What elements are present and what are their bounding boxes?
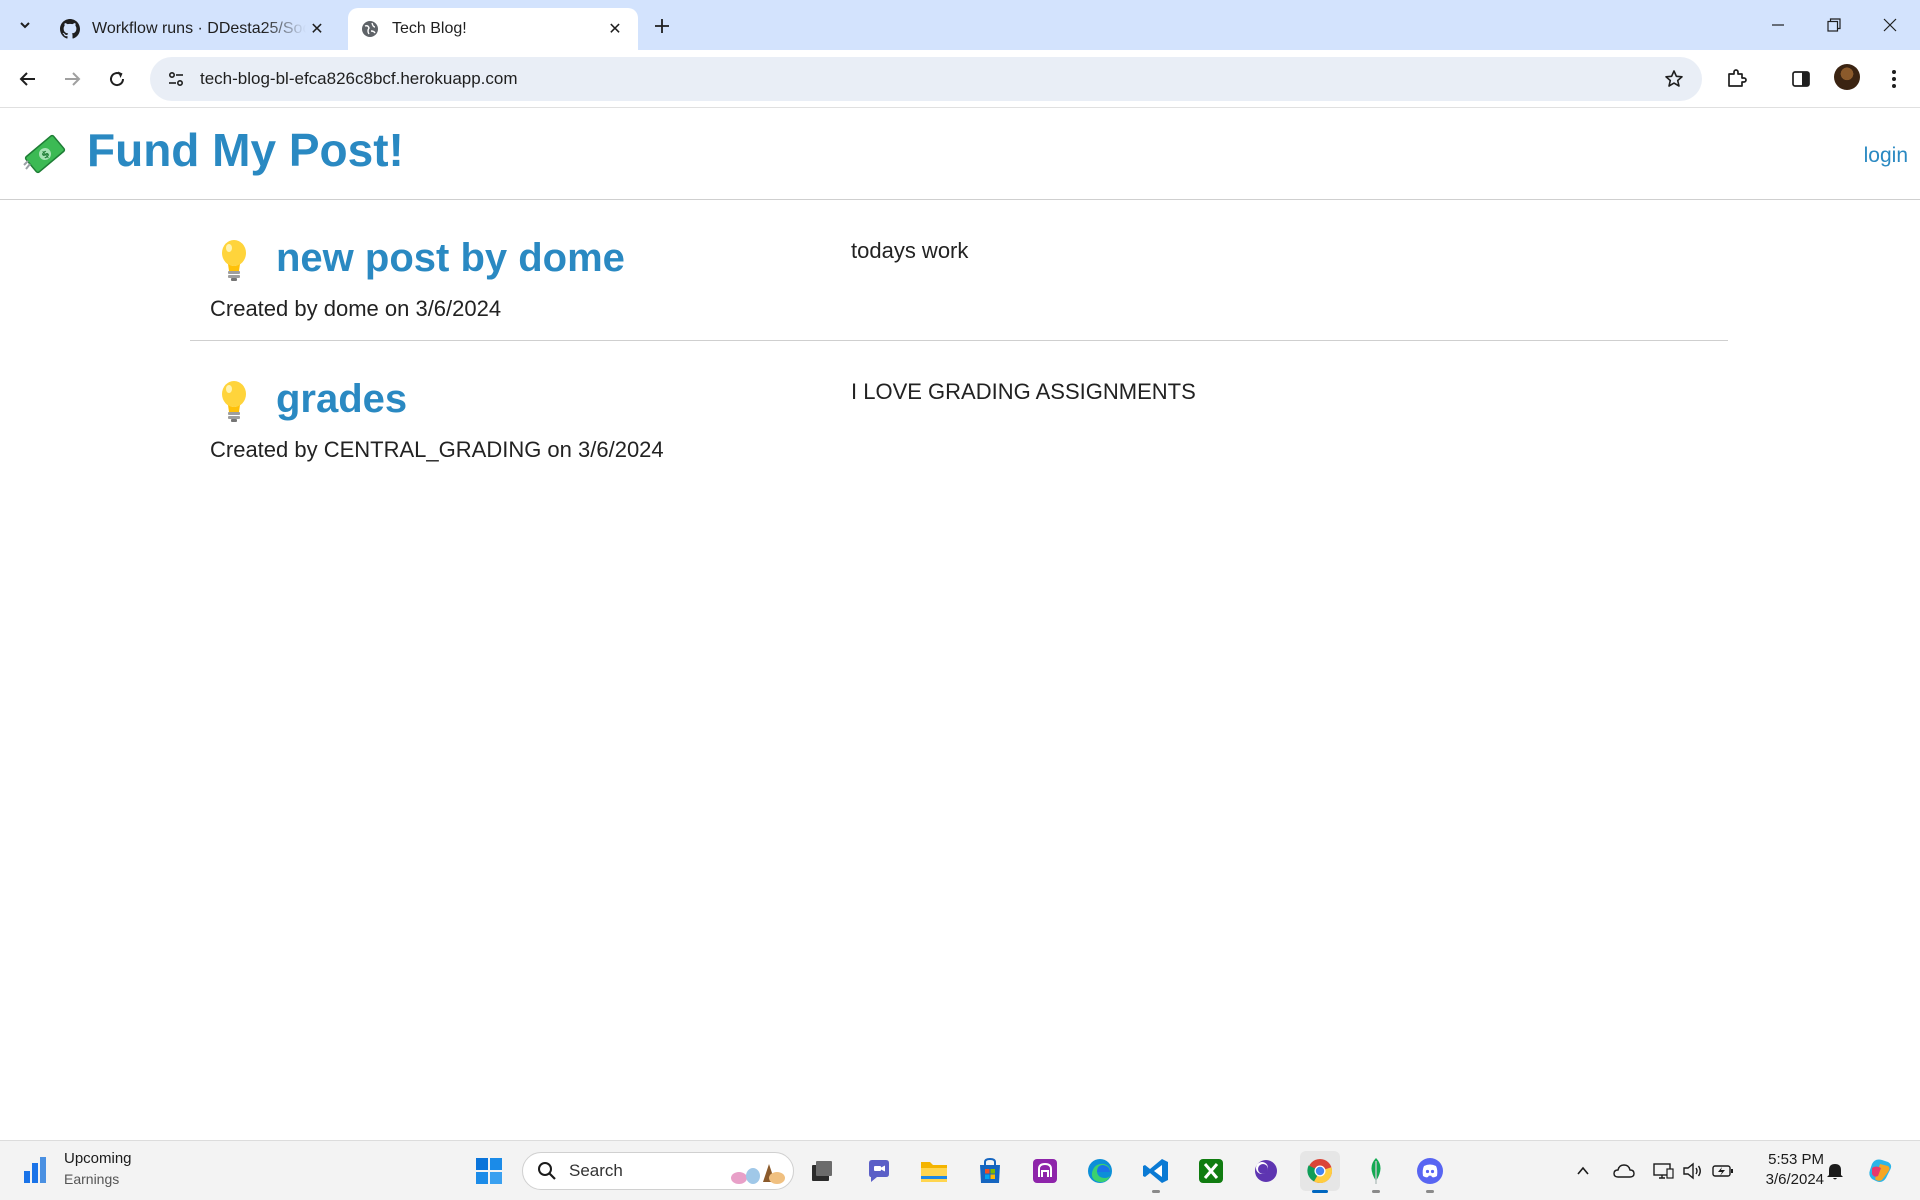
login-link[interactable]: login [1864,144,1908,168]
tab-search-button[interactable] [10,10,40,40]
browser-toolbar: tech-blog-bl-efca826c8bcf.herokuapp.com [0,50,1920,108]
tab-title: Tech Blog! [392,20,467,37]
widgets-button[interactable]: Upcoming Earnings [24,1149,132,1189]
tab-tech-blog[interactable]: Tech Blog! ✕ [348,8,638,50]
xbox-icon[interactable] [1191,1151,1231,1191]
restore-icon [1827,18,1841,32]
post-meta: Created by dome on 3/6/2024 [210,296,502,321]
tab-title: Workflow runs · DDesta25/Social-Network-… [92,20,306,37]
close-icon [1883,18,1897,32]
battery-icon[interactable] [1711,1159,1735,1183]
start-icon[interactable] [469,1151,509,1191]
system-clock[interactable]: 5:53 PM 3/6/2024 [1748,1150,1824,1190]
edge-icon[interactable] [1080,1151,1120,1191]
notification-bell-icon[interactable] [1823,1159,1847,1183]
plus-icon [655,19,669,33]
reload-button[interactable] [101,63,133,95]
vscode-icon[interactable] [1136,1151,1176,1193]
widget-title: Upcoming [64,1150,132,1167]
search-highlight-icon [731,1164,785,1184]
chrome-menu-icon[interactable] [1878,63,1910,95]
lightbulb-icon [222,381,246,422]
taskbar-search[interactable]: Search [522,1152,794,1190]
post-body: I LOVE GRADING ASSIGNMENTS [851,379,1196,404]
site-info-icon[interactable] [154,57,198,101]
close-icon[interactable]: ✕ [306,18,328,40]
file-explorer-icon[interactable] [914,1151,954,1191]
minimize-icon [1772,24,1784,26]
tab-workflow-runs[interactable]: Workflow runs · DDesta25/Social-Network-… [48,8,340,50]
post-list: new post by dome Created by dome on 3/6/… [190,200,1728,480]
clock-date: 3/6/2024 [1765,1171,1824,1188]
post-title[interactable]: grades [276,377,407,422]
volume-icon[interactable] [1680,1159,1704,1183]
clock-time: 5:53 PM [1768,1151,1824,1168]
bookmark-star-icon[interactable] [1654,59,1694,99]
app-icon[interactable] [1025,1151,1065,1191]
widget-subtitle: Earnings [64,1171,120,1187]
post-meta: Created by CENTRAL_GRADING on 3/6/2024 [210,437,664,462]
search-icon [538,1162,556,1180]
search-label: Search [569,1161,623,1180]
chat-icon[interactable] [859,1151,899,1191]
globe-icon [360,19,380,39]
windows-taskbar: Upcoming Earnings Search 5:53 PM 3/6/202… [0,1140,1920,1200]
arrow-left-icon [19,72,35,86]
browser-tab-strip: Workflow runs · DDesta25/Social-Network-… [0,0,1920,50]
store-icon[interactable] [970,1151,1010,1191]
chevron-down-icon [20,22,30,29]
close-window-button[interactable] [1862,0,1918,50]
minimize-button[interactable] [1750,0,1806,50]
restore-button[interactable] [1806,0,1862,50]
post-item: new post by dome Created by dome on 3/6/… [190,200,1728,340]
site-header: $ Fund My Post! login [0,109,1920,200]
task-view-icon[interactable] [802,1151,842,1191]
reload-icon [110,71,125,87]
onedrive-icon[interactable] [1612,1159,1636,1183]
post-title[interactable]: new post by dome [276,236,625,281]
discord-icon[interactable] [1410,1151,1450,1193]
arrow-right-icon [65,72,81,86]
side-panel-icon[interactable] [1785,63,1817,95]
back-button[interactable] [12,63,44,95]
close-icon[interactable]: ✕ [604,18,626,40]
url-text[interactable]: tech-blog-bl-efca826c8bcf.herokuapp.com [200,69,1654,89]
chevron-up-icon[interactable] [1571,1159,1595,1183]
github-icon [60,19,80,39]
post-item: grades Created by CENTRAL_GRADING on 3/6… [190,340,1728,480]
chrome-icon[interactable] [1300,1151,1340,1193]
profile-avatar[interactable] [1834,64,1860,90]
mongodb-icon[interactable] [1356,1151,1396,1193]
app-icon[interactable] [1246,1151,1286,1191]
money-icon: $ [23,134,66,174]
network-icon[interactable] [1651,1159,1675,1183]
stock-chart-icon [24,1155,52,1183]
forward-button[interactable] [56,63,88,95]
extensions-icon[interactable] [1720,63,1752,95]
site-title[interactable]: Fund My Post! [87,123,404,177]
lightbulb-icon [222,240,246,281]
address-bar[interactable]: tech-blog-bl-efca826c8bcf.herokuapp.com [150,57,1702,101]
new-tab-button[interactable] [648,12,676,40]
copilot-icon[interactable] [1865,1155,1897,1187]
post-body: todays work [851,238,969,263]
